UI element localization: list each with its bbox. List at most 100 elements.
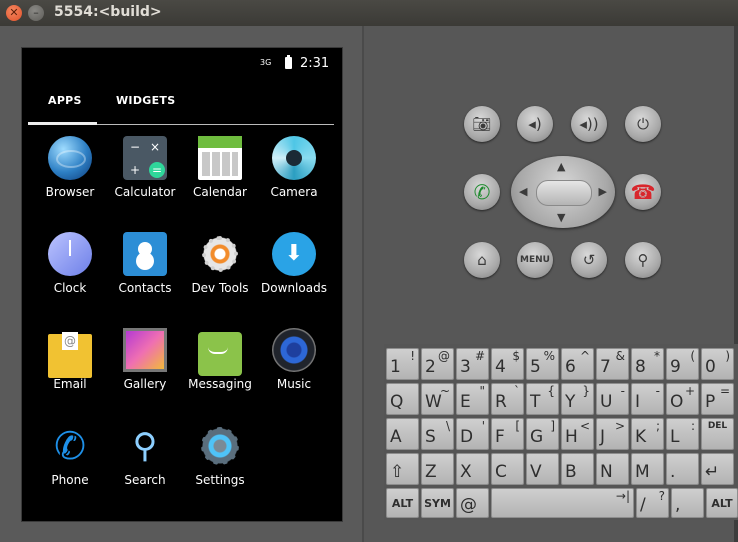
key-8[interactable]: 8 *	[631, 348, 664, 380]
key-z[interactable]: Z	[421, 453, 454, 485]
key-k[interactable]: K;	[631, 418, 664, 450]
key-label: 8	[635, 357, 646, 377]
volume-up-button[interactable]: ◂))	[571, 106, 607, 142]
key-n[interactable]: N	[596, 453, 629, 485]
key-delete[interactable]: DEL	[701, 418, 734, 450]
app-phone[interactable]: ✆ Phone	[30, 424, 110, 487]
key-i[interactable]: I-	[631, 383, 664, 415]
key-shift[interactable]: ⇧	[386, 453, 419, 485]
key-label: /	[640, 495, 646, 515]
key-y[interactable]: Y}	[561, 383, 594, 415]
key-space[interactable]: →|	[491, 488, 634, 518]
key-label: SYM	[424, 497, 451, 510]
camera-button[interactable]: 📷︎	[464, 106, 500, 142]
key-o[interactable]: O +	[666, 383, 699, 415]
search-button[interactable]: ⚲	[625, 242, 661, 278]
back-button[interactable]: ↺	[571, 242, 607, 278]
key-label: 5	[530, 357, 541, 377]
dpad-center-button[interactable]	[536, 180, 592, 206]
app-search[interactable]: ⚲ Search	[105, 424, 185, 487]
key-1[interactable]: 1!	[386, 348, 419, 380]
key-u[interactable]: U-	[596, 383, 629, 415]
key-e[interactable]: E "	[456, 383, 489, 415]
app-camera[interactable]: Camera	[254, 136, 334, 199]
tab-widgets[interactable]: WIDGETS	[116, 94, 175, 107]
app-calendar[interactable]: Calendar	[180, 136, 260, 199]
calculator-icon: − × + =	[123, 136, 167, 180]
end-call-button[interactable]: ☎	[625, 174, 661, 210]
minimize-window-button[interactable]: –	[28, 5, 44, 21]
key-r[interactable]: R `	[491, 383, 524, 415]
dpad-left-icon[interactable]: ◀	[519, 185, 527, 198]
app-dev-tools[interactable]: Dev Tools	[180, 232, 260, 295]
key-x[interactable]: X	[456, 453, 489, 485]
key-alt-label: }	[582, 384, 590, 398]
home-button[interactable]: ⌂	[464, 242, 500, 278]
music-icon	[272, 328, 316, 372]
menu-button[interactable]: MENU	[517, 242, 553, 278]
device-screen[interactable]: 3G 2:31 APPS WIDGETS Browser − × + = Calcu…	[21, 47, 343, 522]
key-2[interactable]: 2 @	[421, 348, 454, 380]
key-d[interactable]: D '	[456, 418, 489, 450]
key-a[interactable]: A	[386, 418, 419, 450]
key-h[interactable]: H <	[561, 418, 594, 450]
key-alt-label: ]	[550, 419, 555, 433]
key-label: Q	[390, 392, 404, 412]
call-button[interactable]: ✆	[464, 174, 500, 210]
key-j[interactable]: J >	[596, 418, 629, 450]
key-f[interactable]: F[	[491, 418, 524, 450]
key-g[interactable]: G]	[526, 418, 559, 450]
dpad[interactable]: ▲ ▼ ◀ ▶	[511, 156, 615, 228]
key-alt-right[interactable]: ALT	[706, 488, 738, 518]
key-s[interactable]: S \	[421, 418, 454, 450]
key-b[interactable]: B	[561, 453, 594, 485]
key-enter[interactable]: ↵	[701, 453, 734, 485]
dpad-up-icon[interactable]: ▲	[557, 160, 565, 173]
dpad-down-icon[interactable]: ▼	[557, 211, 565, 224]
dpad-right-icon[interactable]: ▶	[599, 185, 607, 198]
app-label: Dev Tools	[191, 281, 249, 295]
camera-app-icon	[272, 136, 316, 180]
volume-down-button[interactable]: ◂)	[517, 106, 553, 142]
key-9[interactable]: 9(	[666, 348, 699, 380]
key-m[interactable]: M	[631, 453, 664, 485]
close-window-button[interactable]: ✕	[6, 5, 22, 21]
app-downloads[interactable]: ⬇ Downloads	[254, 232, 334, 295]
app-contacts[interactable]: Contacts	[105, 232, 185, 295]
key-label: K	[635, 427, 647, 447]
key-slash[interactable]: /?	[636, 488, 669, 518]
key-comma[interactable]: ,	[671, 488, 704, 518]
tab-apps[interactable]: APPS	[48, 94, 82, 107]
app-email[interactable]: Email	[30, 328, 110, 391]
key-label: DEL	[707, 421, 728, 431]
key-q[interactable]: Q	[386, 383, 419, 415]
key-t[interactable]: T{	[526, 383, 559, 415]
app-music[interactable]: Music	[254, 328, 334, 391]
browser-icon	[48, 136, 92, 180]
key-p[interactable]: P =	[701, 383, 734, 415]
app-settings[interactable]: Settings	[180, 424, 260, 487]
key-label: N	[600, 462, 613, 482]
key-7[interactable]: 7 &	[596, 348, 629, 380]
key-alt[interactable]: ALT	[386, 488, 419, 518]
app-messaging[interactable]: Messaging	[180, 328, 260, 391]
app-browser[interactable]: Browser	[30, 136, 110, 199]
key-w[interactable]: W ~	[421, 383, 454, 415]
app-clock[interactable]: Clock	[30, 232, 110, 295]
key-sym[interactable]: SYM	[421, 488, 454, 518]
app-calculator[interactable]: − × + = Calculator	[105, 136, 185, 199]
key-6[interactable]: 6 ^	[561, 348, 594, 380]
app-label: Email	[53, 377, 87, 391]
key-l[interactable]: L:	[666, 418, 699, 450]
key-0[interactable]: 0)	[701, 348, 734, 380]
key-c[interactable]: C	[491, 453, 524, 485]
power-button[interactable]: ⏻	[625, 106, 661, 142]
key-3[interactable]: 3 #	[456, 348, 489, 380]
key-4[interactable]: 4 $	[491, 348, 524, 380]
key-at[interactable]: @	[456, 488, 489, 518]
app-gallery[interactable]: Gallery	[105, 328, 185, 391]
key-5[interactable]: 5%	[526, 348, 559, 380]
key-v[interactable]: V	[526, 453, 559, 485]
key-.[interactable]: .	[666, 453, 699, 485]
key-alt-label: [	[515, 419, 520, 433]
